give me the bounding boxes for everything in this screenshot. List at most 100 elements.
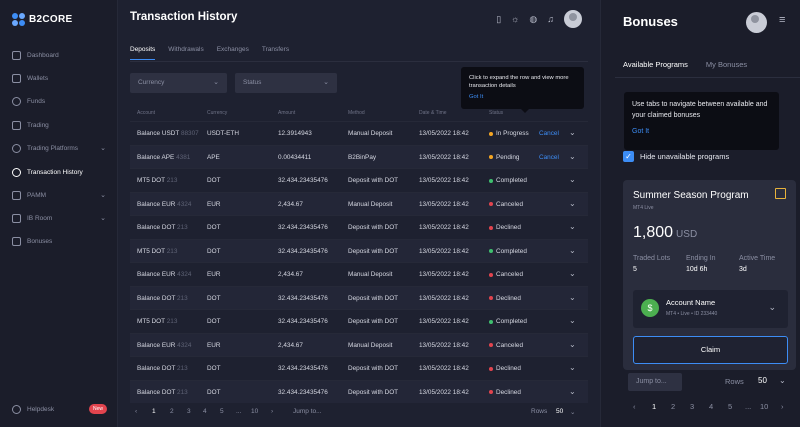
chevron-down-icon[interactable]: ⌄ — [569, 363, 576, 372]
amount-cell: 32.434.23435476 — [278, 318, 328, 325]
page-5[interactable]: 5 — [220, 408, 224, 415]
account-select[interactable]: $ Account Name MT4 • Live • ID 233440 ⌄ — [633, 290, 788, 328]
globe-icon[interactable]: ◍ — [529, 14, 537, 25]
date-cell: 13/05/2022 18:42 — [419, 247, 469, 255]
chevron-down-icon[interactable]: ⌄ — [569, 152, 576, 161]
page-10[interactable]: 10 — [760, 402, 768, 411]
sidebar-item-trading[interactable]: Trading — [0, 114, 118, 136]
table-row[interactable]: MT5 DOT 213 DOT 32.434.23435476 Deposit wit… — [130, 238, 588, 262]
bonuses-tabs: Available Programs My Bonuses — [623, 60, 747, 78]
cancel-link[interactable]: Cancel — [539, 154, 559, 161]
table-row[interactable]: Balance APE 4381 APE 0.00434411 B2BinPay 13/… — [130, 144, 588, 168]
sidebar-item-dashboard[interactable]: Dashboard — [0, 44, 118, 66]
page-3[interactable]: 3 — [690, 402, 694, 411]
rows-per-page-select[interactable]: 50 — [758, 376, 767, 385]
table-row[interactable]: MT5 DOT 213 DOT 32.434.23435476 Deposit wit… — [130, 168, 588, 191]
page-2[interactable]: 2 — [170, 408, 174, 415]
chevron-down-icon[interactable]: ⌄ — [569, 222, 576, 231]
sidebar-item-trading-platforms[interactable]: Trading Platforms ⌄ — [0, 137, 118, 159]
chevron-down-icon[interactable]: ⌄ — [569, 269, 576, 278]
bell-icon[interactable]: ♫ — [547, 14, 554, 24]
sidebar-item-ib-room[interactable]: IB Room ⌄ — [0, 207, 118, 229]
page-10[interactable]: 10 — [251, 408, 258, 415]
program-title: Summer Season Program — [633, 190, 749, 201]
chevron-down-icon[interactable]: ⌄ — [569, 175, 576, 184]
sun-icon[interactable]: ☼ — [511, 14, 519, 24]
prev-page-icon[interactable]: ‹ — [633, 402, 636, 411]
page-4[interactable]: 4 — [203, 408, 207, 415]
table-row[interactable]: Balance EUR 4324 EUR 2,434.67 Manual Deposi… — [130, 191, 588, 215]
sidebar-item-transaction-history[interactable]: Transaction History — [0, 161, 118, 183]
wallet-icon[interactable]: ▯ — [496, 14, 501, 25]
tab-transfers[interactable]: Transfers — [262, 46, 289, 60]
chevron-down-icon[interactable]: ⌄ — [569, 128, 576, 137]
tab-available-programs[interactable]: Available Programs — [623, 60, 688, 78]
menu-icon[interactable]: ≡ — [779, 14, 785, 26]
status-select[interactable]: Status ⌄ — [235, 73, 337, 93]
table-row[interactable]: Balance EUR 4324 EUR 2,434.67 Manual Deposi… — [130, 332, 588, 356]
stat-active-time: Active Time 3d — [739, 255, 776, 273]
chevron-down-icon[interactable]: ⌄ — [569, 340, 576, 349]
currency-select[interactable]: Currency ⌄ — [130, 73, 227, 93]
chevron-down-icon[interactable]: ⌄ — [570, 408, 575, 416]
tooltip-got-it-button[interactable]: Got It — [632, 127, 771, 138]
pamm-icon — [12, 190, 21, 200]
tab-deposits[interactable]: Deposits — [130, 46, 156, 60]
next-page-icon[interactable]: › — [271, 408, 273, 415]
chevron-down-icon[interactable]: ⌄ — [569, 293, 576, 302]
table-row[interactable]: Balance DOT 213 DOT 32.434.23435476 Deposit… — [130, 215, 588, 238]
date-cell: 13/05/2022 18:42 — [419, 388, 469, 396]
method-cell: Deposit with DOT — [348, 365, 399, 372]
column-header-account: Account — [137, 110, 156, 116]
tab-exchanges[interactable]: Exchanges — [217, 46, 249, 60]
claim-button[interactable]: Claim — [633, 336, 788, 364]
chevron-down-icon[interactable]: ⌄ — [779, 376, 786, 385]
account-cell: Balance EUR 4324 — [137, 271, 192, 278]
page-1[interactable]: 1 — [652, 402, 656, 411]
status-badge: Canceled — [489, 342, 523, 349]
page-5[interactable]: 5 — [728, 402, 732, 411]
method-cell: Manual Deposit — [348, 341, 393, 349]
tab-withdrawals[interactable]: Withdrawals — [168, 46, 203, 60]
status-badge: Declined — [489, 389, 521, 396]
table-row[interactable]: Balance DOT 213 DOT 32.434.23435476 Deposit… — [130, 356, 588, 379]
jump-to-input[interactable]: Jump to... — [628, 373, 682, 391]
page-3[interactable]: 3 — [187, 408, 191, 415]
avatar[interactable] — [564, 10, 582, 28]
sidebar-item-funds[interactable]: Funds — [0, 90, 118, 112]
table-row[interactable]: Balance EUR 4324 EUR 2,434.67 Manual Deposi… — [130, 262, 588, 285]
amount-cell: 32.434.23435476 — [278, 177, 328, 184]
chevron-down-icon[interactable]: ⌄ — [569, 316, 576, 325]
status-dot-icon — [489, 366, 493, 371]
page-1[interactable]: 1 — [152, 408, 156, 415]
avatar[interactable] — [746, 12, 767, 33]
account-cell: MT5 DOT 213 — [137, 247, 178, 255]
table-row[interactable]: MT5 DOT 213 DOT 32.434.23435476 Deposit wit… — [130, 309, 588, 332]
hide-unavailable-checkbox[interactable]: ✓ Hide unavailable programs — [623, 151, 729, 162]
table-row[interactable]: Balance USDT 88307 USDT-ETH 12.3914943 Manu… — [130, 121, 588, 144]
currency-cell: DOT — [207, 388, 221, 396]
chevron-down-icon[interactable]: ⌄ — [569, 246, 576, 255]
table-row[interactable]: Balance DOT 213 DOT 32.434.23435476 Deposit… — [130, 379, 588, 403]
next-page-icon[interactable]: › — [781, 402, 784, 411]
prev-page-icon[interactable]: ‹ — [135, 408, 137, 415]
page-4[interactable]: 4 — [709, 402, 713, 411]
account-cell: Balance EUR 4324 — [137, 200, 192, 208]
chevron-down-icon[interactable]: ⌄ — [569, 199, 576, 208]
sidebar-item-bonuses[interactable]: Bonuses — [0, 230, 118, 252]
currency-cell: USDT-ETH — [207, 130, 239, 137]
table-row[interactable]: Balance DOT 213 DOT 32.434.23435476 Deposit… — [130, 285, 588, 309]
chevron-down-icon: ⌄ — [100, 192, 106, 199]
rows-per-page-select[interactable]: 50 — [556, 408, 563, 415]
chevron-down-icon[interactable]: ⌄ — [569, 387, 576, 396]
tooltip-got-it-button[interactable]: Got It — [469, 93, 576, 101]
logo[interactable]: B2CORE — [12, 13, 72, 26]
sidebar-item-wallets[interactable]: Wallets — [0, 67, 118, 89]
tab-my-bonuses[interactable]: My Bonuses — [706, 60, 747, 78]
sidebar-item-pamm[interactable]: PAMM ⌄ — [0, 184, 118, 206]
jump-to-input[interactable]: Jump to... — [293, 408, 322, 415]
helpdesk-link[interactable]: Helpdesk New — [12, 404, 107, 414]
page-2[interactable]: 2 — [671, 402, 675, 411]
amount-cell: 32.434.23435476 — [278, 294, 328, 302]
cancel-link[interactable]: Cancel — [539, 130, 559, 137]
